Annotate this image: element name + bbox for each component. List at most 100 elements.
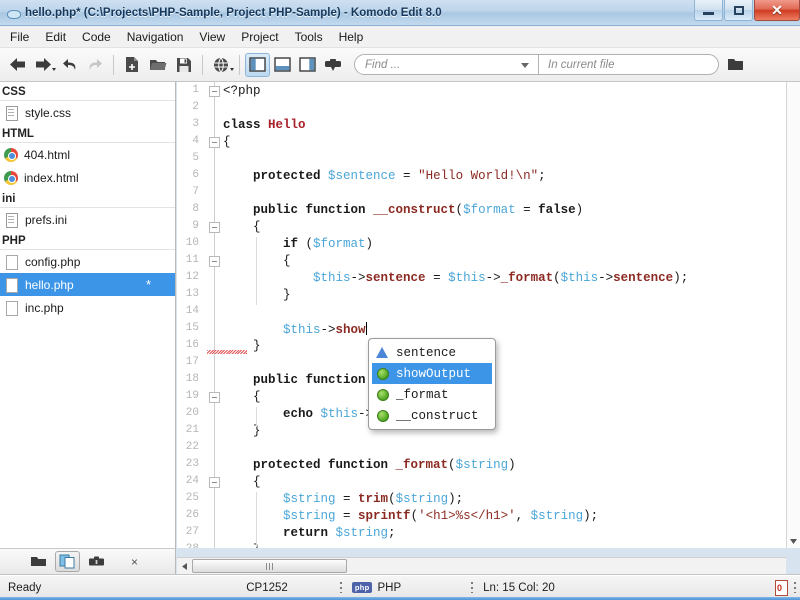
error-indicator-icon[interactable] <box>775 580 788 595</box>
fold-toggle-icon[interactable] <box>209 222 220 233</box>
ini-file-icon <box>4 212 19 227</box>
code-content[interactable]: <?php class Hello { protected $sentence … <box>223 82 786 548</box>
sidebar-panel-tabs: × <box>0 548 176 574</box>
toolbox-button[interactable] <box>320 52 346 78</box>
fold-toggle-icon[interactable] <box>209 477 220 488</box>
autocomplete-item-format[interactable]: _format <box>372 384 492 405</box>
autocomplete-item-sentence[interactable]: sentence <box>372 342 492 363</box>
editor-vertical-scrollbar[interactable] <box>786 82 800 548</box>
chevron-left-icon <box>182 563 187 570</box>
editor-horizontal-scrollbar[interactable] <box>177 557 786 574</box>
menu-bar: File Edit Code Navigation View Project T… <box>0 26 800 48</box>
scroll-down-arrow[interactable] <box>787 535 800 548</box>
indent-guide-3 <box>256 492 257 547</box>
bottom-pane-toggle-button[interactable] <box>270 53 295 77</box>
menu-navigation[interactable]: Navigation <box>119 27 192 47</box>
file-row-404-html[interactable]: 404.html <box>0 143 175 166</box>
code-editor[interactable]: 1234567891011121314151617181920212223242… <box>177 82 786 548</box>
file-label: config.php <box>25 255 80 269</box>
minimize-icon <box>703 12 714 15</box>
left-pane-toggle-button[interactable] <box>245 53 270 77</box>
panel-tab-toolbox[interactable] <box>84 551 109 572</box>
redo-button[interactable] <box>82 52 108 78</box>
file-group-header-html[interactable]: HTML <box>0 125 175 143</box>
autocomplete-label: sentence <box>396 346 456 360</box>
toolbar-separator-2 <box>202 55 203 75</box>
line-number: 16 <box>177 339 199 351</box>
maximize-button[interactable] <box>724 0 753 21</box>
horizontal-scroll-thumb[interactable] <box>192 559 347 573</box>
file-tree-sidebar[interactable]: CSS style.css HTML 404.html index.html i… <box>0 82 176 548</box>
scroll-left-arrow[interactable] <box>177 559 191 574</box>
fold-toggle-icon[interactable] <box>209 256 220 267</box>
menu-view[interactable]: View <box>191 27 233 47</box>
find-input[interactable]: Find ... <box>354 54 539 75</box>
fold-toggle-icon[interactable] <box>209 86 220 97</box>
toolbar-separator-3 <box>239 55 240 75</box>
close-panel-button[interactable]: × <box>131 555 138 569</box>
forward-button[interactable] <box>30 52 56 78</box>
line-number: 28 <box>177 543 199 548</box>
undo-button[interactable] <box>56 52 82 78</box>
menu-edit[interactable]: Edit <box>37 27 74 47</box>
menu-tools[interactable]: Tools <box>287 27 331 47</box>
autocomplete-item-construct[interactable]: __construct <box>372 405 492 426</box>
open-file-button[interactable] <box>145 52 171 78</box>
find-dropdown-icon[interactable] <box>521 63 529 68</box>
back-icon <box>9 57 26 72</box>
find-scope-input[interactable]: In current file <box>539 54 719 75</box>
file-label: hello.php <box>25 278 74 292</box>
bottom-pane-toggle-icon <box>274 57 291 72</box>
code-line-21: } <box>223 424 261 438</box>
status-encoding[interactable]: CP1252 <box>246 582 288 594</box>
file-row-config-php[interactable]: config.php <box>0 250 175 273</box>
menu-help[interactable]: Help <box>331 27 372 47</box>
save-button[interactable] <box>171 52 197 78</box>
code-line-25: $string = trim($string); <box>223 492 463 506</box>
file-group-header-ini[interactable]: ini <box>0 190 175 208</box>
line-number: 5 <box>177 152 199 164</box>
right-pane-toggle-button[interactable] <box>295 53 320 77</box>
code-line-4: { <box>223 135 231 149</box>
file-group-header-css[interactable]: CSS <box>0 83 175 101</box>
close-icon: ✕ <box>771 3 783 17</box>
file-row-style-css[interactable]: style.css <box>0 101 175 124</box>
code-line-26: $string = sprintf('<h1>%s</h1>', $string… <box>223 509 598 523</box>
line-number: 17 <box>177 356 199 368</box>
minimize-button[interactable] <box>694 0 723 21</box>
menu-file[interactable]: File <box>2 27 37 47</box>
close-button[interactable]: ✕ <box>754 0 800 21</box>
fold-toggle-icon[interactable] <box>209 392 220 403</box>
autocomplete-item-showoutput[interactable]: showOutput <box>372 363 492 384</box>
open-folder-toolbar-button[interactable] <box>723 52 749 78</box>
autocomplete-popup[interactable]: sentence showOutput _format __construct <box>368 338 496 430</box>
line-number: 6 <box>177 169 199 181</box>
open-folder-icon <box>727 57 745 72</box>
projects-icon <box>59 554 76 569</box>
panel-tab-places[interactable] <box>26 551 51 572</box>
line-number: 15 <box>177 322 199 334</box>
left-pane-toggle-icon <box>249 57 266 72</box>
file-row-prefs-ini[interactable]: prefs.ini <box>0 208 175 231</box>
panel-tab-projects[interactable] <box>55 551 80 572</box>
back-button[interactable] <box>4 52 30 78</box>
fold-toggle-icon[interactable] <box>209 137 220 148</box>
status-position[interactable]: Ln: 15 Col: 20 <box>483 582 555 594</box>
html-file-icon <box>4 148 18 162</box>
new-file-button[interactable] <box>119 52 145 78</box>
line-number: 21 <box>177 424 199 436</box>
line-number: 26 <box>177 509 199 521</box>
menu-code[interactable]: Code <box>74 27 119 47</box>
status-language[interactable]: PHP <box>377 582 401 594</box>
file-label: style.css <box>25 106 71 120</box>
file-row-index-html[interactable]: index.html <box>0 166 175 189</box>
file-row-inc-php[interactable]: inc.php <box>0 296 175 319</box>
preview-browser-button[interactable] <box>208 52 234 78</box>
modified-marker: * <box>146 278 151 291</box>
menu-project[interactable]: Project <box>233 27 286 47</box>
maximize-icon <box>734 6 744 15</box>
status-separator-1 <box>340 582 342 593</box>
file-group-header-php[interactable]: PHP <box>0 232 175 250</box>
file-row-hello-php[interactable]: hello.php * <box>0 273 175 296</box>
chevron-down-icon-2[interactable] <box>230 68 234 71</box>
